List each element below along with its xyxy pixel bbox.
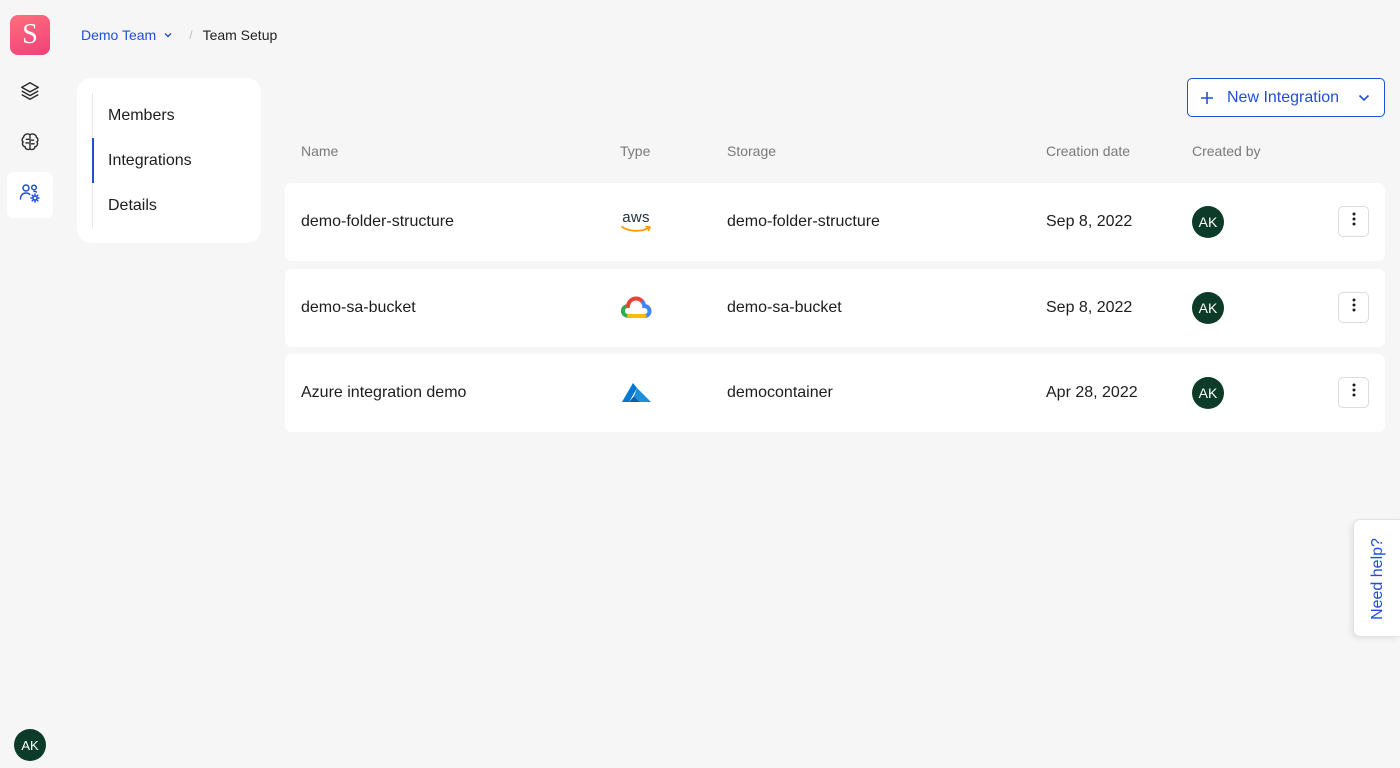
left-rail: S AK [0, 0, 60, 768]
need-help-tab[interactable]: Need help? [1353, 519, 1400, 637]
column-header-created-by[interactable]: Created by [1192, 143, 1260, 159]
storage-name: demo-folder-structure [727, 213, 880, 230]
integration-name: demo-sa-bucket [301, 299, 416, 316]
integration-name: Azure integration demo [301, 384, 467, 401]
column-header-type[interactable]: Type [620, 143, 650, 159]
team-switcher[interactable]: Demo Team [81, 27, 173, 43]
created-by: AK [1192, 183, 1224, 261]
column-header-storage[interactable]: Storage [727, 143, 776, 159]
table-row[interactable]: demo-sa-bucket demo-sa-bucket Sep 8, 202… [285, 269, 1385, 347]
more-vertical-icon [1352, 298, 1356, 317]
storage-name: demo-sa-bucket [727, 299, 842, 316]
table-row[interactable]: demo-folder-structure aws demo-folder-st… [285, 183, 1385, 261]
settings-subnav: Members Integrations Details [77, 78, 261, 243]
column-header-creation-date[interactable]: Creation date [1046, 143, 1130, 159]
avatar: AK [1192, 292, 1224, 324]
aws-logo-text: aws [622, 209, 650, 226]
table-row[interactable]: Azure integration demo democontainer Apr… [285, 354, 1385, 432]
creation-date: Apr 28, 2022 [1046, 384, 1138, 401]
app-logo[interactable]: S [10, 15, 50, 55]
row-actions-button[interactable] [1338, 377, 1369, 408]
rail-item-team-settings[interactable] [7, 172, 53, 218]
subnav-item-members[interactable]: Members [92, 93, 252, 138]
more-vertical-icon [1352, 212, 1356, 231]
row-actions-button[interactable] [1338, 206, 1369, 237]
rail-item-datasets[interactable] [7, 70, 53, 116]
chevron-down-icon[interactable] [1358, 93, 1370, 103]
storage-name: democontainer [727, 384, 833, 401]
layers-icon [19, 80, 41, 107]
subnav-item-details[interactable]: Details [92, 183, 252, 228]
creation-date: Sep 8, 2022 [1046, 213, 1133, 230]
subnav-item-label: Members [108, 106, 175, 124]
avatar: AK [1192, 206, 1224, 238]
new-integration-button[interactable]: New Integration [1187, 78, 1385, 117]
rail-item-models[interactable] [7, 121, 53, 167]
chevron-down-icon [156, 27, 173, 43]
table-header: Name Type Storage Creation date Created … [285, 140, 1385, 164]
breadcrumb-separator: / [189, 28, 193, 42]
breadcrumb-current-page: Team Setup [202, 27, 278, 43]
integration-name: demo-folder-structure [301, 213, 454, 230]
team-settings-icon [18, 181, 42, 210]
aws-icon: aws [619, 183, 653, 261]
team-name: Demo Team [81, 27, 157, 43]
subnav-item-integrations[interactable]: Integrations [92, 138, 252, 183]
row-actions-button[interactable] [1338, 292, 1369, 323]
more-vertical-icon [1352, 383, 1356, 402]
subnav-item-label: Details [108, 196, 157, 214]
new-integration-label: New Integration [1227, 88, 1340, 106]
created-by: AK [1192, 354, 1224, 432]
creation-date: Sep 8, 2022 [1046, 299, 1133, 316]
breadcrumb: Demo Team / Team Setup [81, 26, 277, 44]
google-cloud-icon [619, 269, 653, 347]
user-avatar[interactable]: AK [14, 729, 46, 761]
subnav-item-label: Integrations [108, 151, 192, 169]
azure-icon [619, 354, 653, 432]
plus-icon [1200, 91, 1214, 105]
column-header-name[interactable]: Name [301, 143, 338, 159]
brain-icon [19, 131, 41, 158]
need-help-label: Need help? [1369, 538, 1386, 620]
created-by: AK [1192, 269, 1224, 347]
avatar: AK [1192, 377, 1224, 409]
